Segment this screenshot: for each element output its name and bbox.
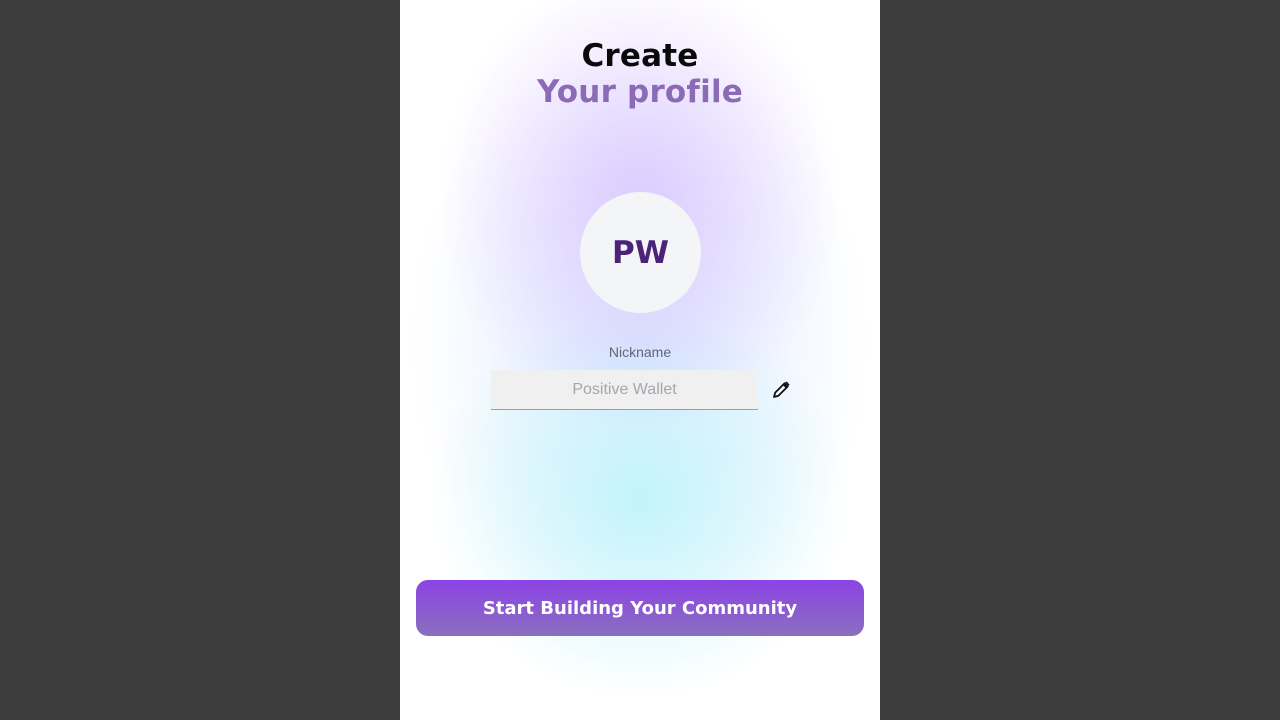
profile-screen: Create Your profile PW Nickname Start Bu… [400,0,880,720]
nickname-input[interactable] [491,370,758,410]
page-subtitle: Your profile [537,74,743,110]
nickname-label: Nickname [608,344,672,360]
pencil-icon[interactable] [771,380,791,400]
avatar-initials: PW [612,234,669,271]
avatar[interactable]: PW [580,192,701,313]
start-building-button[interactable]: Start Building Your Community [416,580,864,636]
page-title: Create [581,38,699,74]
